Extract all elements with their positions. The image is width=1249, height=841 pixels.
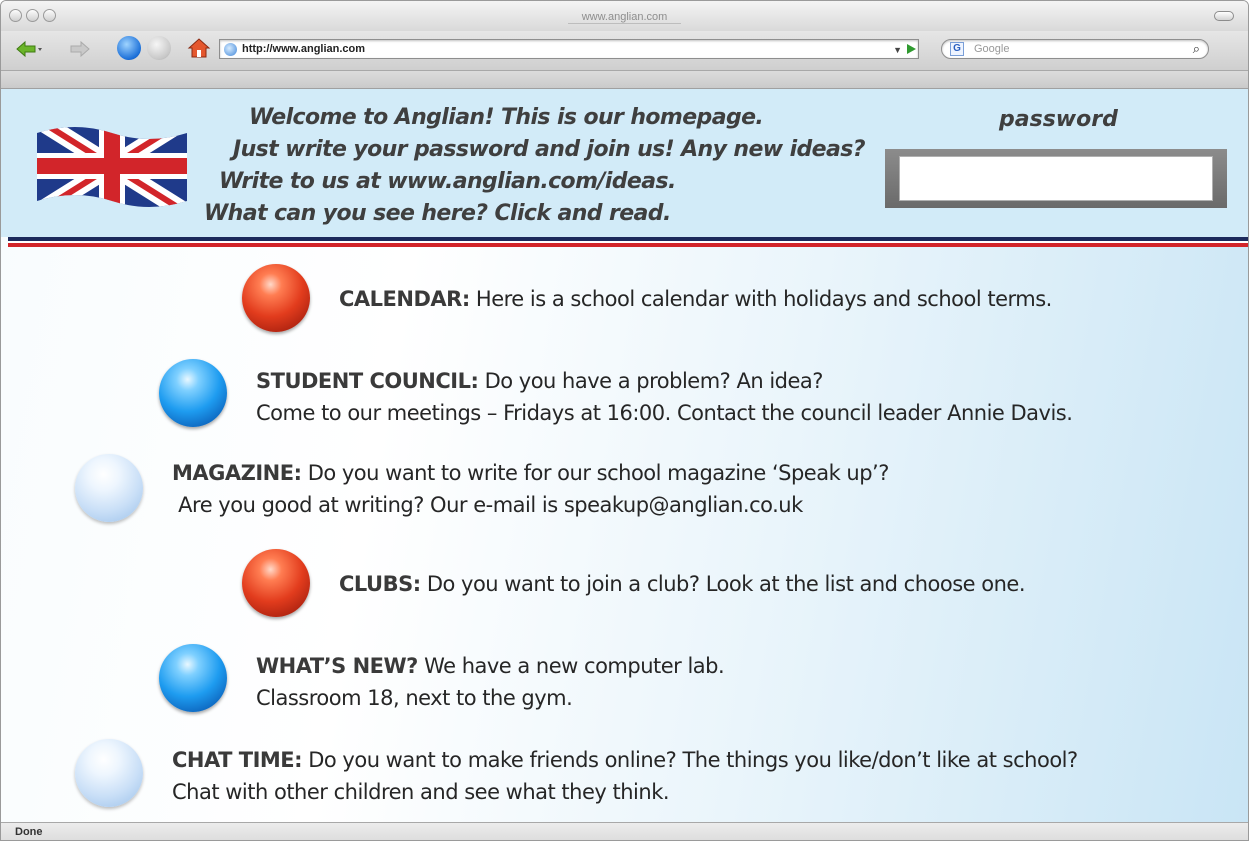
header-divider-red (8, 243, 1248, 247)
whats-new-title: WHAT’S NEW? (256, 654, 418, 678)
url-bar[interactable]: http://www.anglian.com ▼ (219, 39, 919, 59)
student-council-text: Do you have a problem? An idea? (484, 369, 824, 393)
clubs-link[interactable]: CLUBS: Do you want to join a club? Look … (339, 568, 1026, 600)
whats-new-link[interactable]: WHAT’S NEW? We have a new computer lab. … (256, 650, 725, 714)
search-bar[interactable]: G Google ⌕ (941, 39, 1209, 59)
reload-icon[interactable] (117, 36, 141, 60)
url-dropdown-icon[interactable]: ▼ (893, 45, 902, 55)
home-icon[interactable] (187, 36, 211, 60)
search-placeholder[interactable]: Google (974, 43, 1009, 55)
stop-icon[interactable] (147, 36, 171, 60)
clubs-text: Do you want to join a club? Look at the … (426, 572, 1026, 596)
password-label: password (999, 107, 1118, 132)
password-field-frame (885, 149, 1227, 208)
chat-time-link[interactable]: CHAT TIME: Do you want to make friends o… (172, 744, 1078, 808)
clubs-bullet-icon[interactable] (242, 549, 310, 617)
page-header: Welcome to Anglian! This is our homepage… (1, 89, 1248, 237)
back-icon[interactable] (15, 40, 43, 58)
chat-time-title: CHAT TIME: (172, 748, 303, 772)
browser-toolbar: http://www.anglian.com ▼ G Google ⌕ (1, 31, 1248, 71)
student-council-text: Come to our meetings – Fridays at 16:00.… (256, 401, 1073, 425)
magazine-text: Do you want to write for our school maga… (307, 461, 890, 485)
student-council-title: STUDENT COUNCIL: (256, 369, 479, 393)
welcome-line: Write to us at www.anglian.com/ideas. (219, 169, 676, 194)
password-input[interactable] (899, 156, 1213, 201)
search-engine-icon[interactable]: G (950, 42, 964, 56)
status-bar: Done (1, 822, 1248, 840)
browser-window: www.anglian.com http://www.anglian.com ▼… (0, 0, 1249, 841)
calendar-link[interactable]: CALENDAR: Here is a school calendar with… (339, 283, 1052, 315)
clubs-title: CLUBS: (339, 572, 421, 596)
magazine-text: Are you good at writing? Our e-mail is s… (172, 493, 803, 517)
flag-icon (37, 127, 187, 207)
window-title: www.anglian.com (1, 11, 1248, 24)
magazine-title: MAGAZINE: (172, 461, 302, 485)
whats-new-text: Classroom 18, next to the gym. (256, 686, 573, 710)
forward-icon[interactable] (63, 40, 91, 58)
go-icon[interactable] (907, 44, 916, 54)
globe-icon (224, 43, 237, 56)
bookmarks-bar (1, 71, 1248, 89)
magazine-bullet-icon[interactable] (75, 454, 143, 522)
welcome-line: Welcome to Anglian! This is our homepage… (249, 105, 764, 130)
magazine-link[interactable]: MAGAZINE: Do you want to write for our s… (172, 457, 889, 521)
chat-time-text: Chat with other children and see what th… (172, 780, 670, 804)
title-bar: www.anglian.com (1, 1, 1248, 31)
calendar-text: Here is a school calendar with holidays … (475, 287, 1052, 311)
student-council-bullet-icon[interactable] (159, 359, 227, 427)
toolbar-toggle-button[interactable] (1214, 11, 1234, 21)
chat-time-bullet-icon[interactable] (75, 739, 143, 807)
search-icon[interactable]: ⌕ (1193, 41, 1200, 57)
student-council-link[interactable]: STUDENT COUNCIL: Do you have a problem? … (256, 365, 1073, 429)
whats-new-bullet-icon[interactable] (159, 644, 227, 712)
url-text[interactable]: http://www.anglian.com (242, 43, 365, 55)
calendar-title: CALENDAR: (339, 287, 470, 311)
web-page: Welcome to Anglian! This is our homepage… (1, 89, 1248, 822)
welcome-line: What can you see here? Click and read. (204, 201, 671, 226)
calendar-bullet-icon[interactable] (242, 264, 310, 332)
chat-time-text: Do you want to make friends online? The … (308, 748, 1078, 772)
status-text: Done (15, 826, 43, 838)
welcome-line: Just write your password and join us! An… (233, 137, 865, 162)
whats-new-text: We have a new computer lab. (424, 654, 725, 678)
